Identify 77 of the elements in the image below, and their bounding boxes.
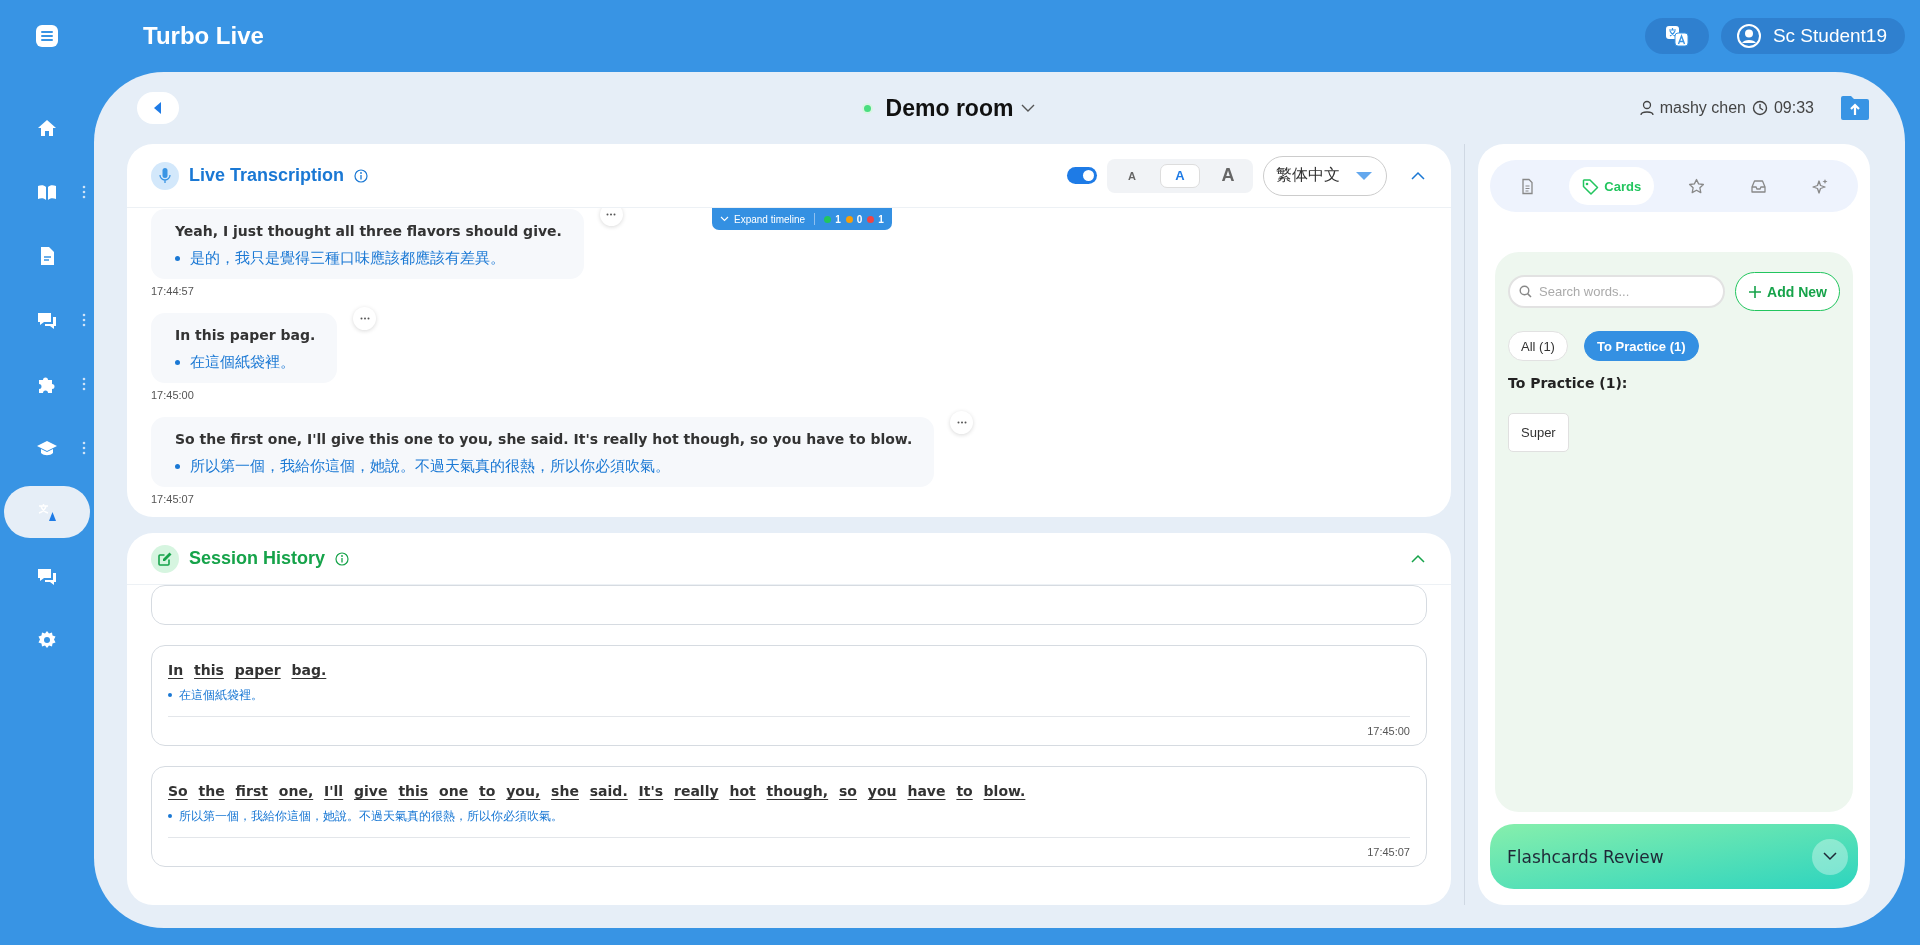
more-icon bbox=[606, 213, 617, 216]
timestamp: 17:44:57 bbox=[151, 285, 194, 297]
person-icon bbox=[1639, 100, 1654, 116]
back-button[interactable] bbox=[137, 92, 179, 124]
bullet-icon bbox=[175, 359, 180, 365]
add-new-button[interactable]: Add New bbox=[1735, 272, 1840, 311]
caret-down-icon bbox=[1356, 170, 1372, 181]
more-icon bbox=[956, 421, 967, 424]
edit-icon bbox=[151, 544, 179, 573]
chevron-down-icon bbox=[1823, 852, 1837, 861]
more-options-button[interactable] bbox=[599, 208, 623, 226]
sidebar-item[interactable] bbox=[4, 486, 90, 538]
avatar-icon bbox=[1736, 24, 1761, 48]
timestamp: 17:45:00 bbox=[1366, 725, 1410, 737]
flashcards-review-button[interactable]: Flashcards Review bbox=[1490, 824, 1858, 889]
count-label: 1 bbox=[878, 213, 884, 225]
transcript-text: In this paper bag. bbox=[175, 326, 316, 345]
sparkle-icon bbox=[1812, 177, 1830, 195]
font-size-option[interactable]: A bbox=[1112, 163, 1152, 188]
session-timer: 09:33 bbox=[1773, 99, 1814, 117]
plus-icon bbox=[1748, 284, 1763, 299]
app-title: Turbo Live bbox=[143, 22, 265, 50]
translation-text: 在這個紙袋裡。 bbox=[190, 352, 295, 373]
translation-text: 是的，我只是覺得三種口味應該都應該有差異。 bbox=[190, 248, 505, 269]
app-logo-icon[interactable] bbox=[36, 25, 58, 47]
user-menu-button[interactable]: Sc Student19 bbox=[1720, 18, 1905, 54]
language-button[interactable] bbox=[1644, 18, 1709, 54]
more-options-button[interactable] bbox=[950, 411, 974, 434]
more-icon bbox=[359, 317, 370, 320]
caption-toggle[interactable] bbox=[1067, 167, 1097, 184]
filter-chip[interactable]: To Practice (1) bbox=[1583, 331, 1699, 361]
chevron-down-icon bbox=[1021, 103, 1036, 113]
bullet-icon bbox=[168, 814, 172, 818]
more-options-button[interactable] bbox=[353, 307, 377, 330]
microphone-icon bbox=[151, 161, 179, 190]
history-text: So the first one, I'll give this one to you, she said. It's really hot though, so you have to blow. bbox=[168, 782, 1027, 801]
caret-left-icon bbox=[154, 102, 162, 114]
font-size-option[interactable]: A bbox=[1160, 163, 1200, 188]
count-label: 1 bbox=[835, 213, 841, 225]
tag-icon bbox=[1582, 177, 1600, 195]
font-size-option[interactable]: A bbox=[1208, 163, 1248, 188]
info-icon bbox=[354, 168, 369, 183]
transcript-text: Yeah, I just thought all three flavors should give. bbox=[175, 222, 562, 241]
transcript-text: So the first one, I'll give this one to you, she said. It's really hot though, so you have to blow. bbox=[175, 430, 913, 449]
chevron-up-icon bbox=[1411, 171, 1425, 180]
clock-icon bbox=[1751, 100, 1768, 116]
folder-upload-icon bbox=[1840, 95, 1870, 121]
star-icon bbox=[1687, 177, 1705, 195]
language-select[interactable]: 繁体中文 bbox=[1263, 155, 1387, 196]
bullet-icon bbox=[168, 693, 172, 697]
translation-text: 所以第一個，我給你這個，她說。不過天氣真的很熱，所以你必須吹氣。 bbox=[179, 808, 563, 825]
home-icon bbox=[36, 117, 58, 139]
section-title: Live Transcription bbox=[189, 165, 345, 186]
translation-text: 所以第一個，我給你這個，她說。不過天氣真的很熱，所以你必須吹氣。 bbox=[190, 456, 670, 477]
word-card[interactable]: Super bbox=[1508, 413, 1569, 452]
expand-timeline-button[interactable]: Expand timeline 1 0 1 bbox=[712, 208, 892, 230]
translate-icon bbox=[36, 501, 58, 523]
list-heading: To Practice (1): bbox=[1508, 375, 1629, 391]
chevron-down-icon bbox=[720, 216, 729, 222]
bullet-icon bbox=[175, 255, 180, 261]
timestamp: 17:45:07 bbox=[1366, 846, 1410, 858]
translation-text: 在這個紙袋裡。 bbox=[179, 687, 263, 704]
room-selector[interactable]: Demo room bbox=[885, 94, 1036, 122]
search-field[interactable]: Search words... bbox=[1508, 275, 1726, 308]
chevron-up-icon bbox=[1411, 554, 1425, 563]
upload-button[interactable] bbox=[1840, 95, 1870, 121]
filter-chip[interactable]: All (1) bbox=[1508, 331, 1568, 361]
section-title: Session History bbox=[189, 548, 326, 569]
history-text: In this paper bag. bbox=[168, 661, 328, 680]
timestamp: 17:45:00 bbox=[151, 389, 194, 401]
info-icon bbox=[335, 551, 350, 566]
translate-icon bbox=[1663, 23, 1690, 49]
host-name: mashy chen bbox=[1659, 99, 1746, 117]
timestamp: 17:45:07 bbox=[151, 493, 194, 505]
bullet-icon bbox=[175, 463, 180, 469]
count-label: 0 bbox=[856, 213, 863, 225]
inbox-icon bbox=[1750, 177, 1768, 195]
